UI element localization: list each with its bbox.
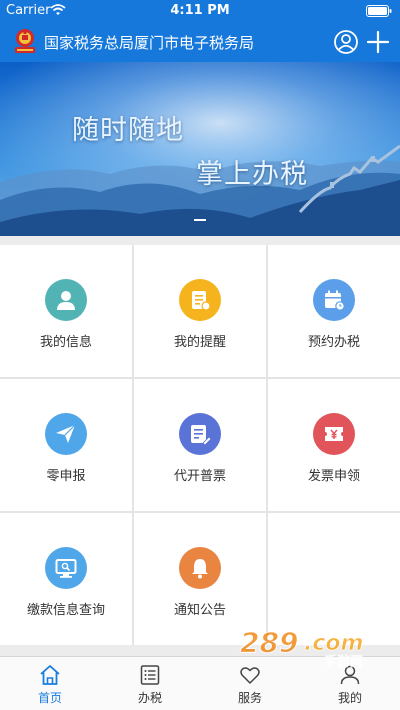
grid-item-icon-bg: [45, 547, 87, 589]
tab-home[interactable]: 首页: [0, 657, 100, 710]
banner-landscape-image: [0, 62, 400, 236]
svg-text:289: 289: [240, 626, 298, 659]
calendar-icon: [325, 290, 345, 311]
banner-slogan-line1: 随时随地: [72, 115, 184, 146]
grid-item-my-reminders[interactable]: 我的提醒: [134, 245, 266, 377]
paper-plane-icon: [56, 424, 76, 443]
add-button[interactable]: [364, 28, 392, 56]
grid-item-label: 我的提醒: [173, 335, 226, 350]
grid-item-issue-invoice[interactable]: 代开普票: [134, 379, 266, 511]
tab-services-label: 服务: [237, 691, 262, 705]
user-icon: [57, 291, 75, 310]
grid-item-icon-bg: [179, 279, 221, 321]
banner-slogan-line2: 掌上办税: [196, 159, 308, 190]
tab-mine-label: 我的: [337, 691, 362, 705]
grid-item-icon-bg: [313, 279, 355, 321]
grid-item-label: 预约办税: [307, 335, 360, 350]
monitor-icon: [55, 559, 77, 578]
tab-tax-handling[interactable]: 办税: [100, 657, 200, 710]
user-account-button[interactable]: [332, 28, 360, 56]
invoice-icon: [191, 425, 212, 446]
grid-item-payment-query[interactable]: 缴款信息查询: [0, 513, 132, 645]
service-grid: 我的信息 我的提醒 预约办税 零申报 代开普票 发票申领 缴款信息查询 通知公告: [0, 245, 400, 645]
grid-item-my-info[interactable]: 我的信息: [0, 245, 132, 377]
grid-item-zero-declaration[interactable]: 零申报: [0, 379, 132, 511]
home-icon: [40, 665, 60, 685]
banner-page-indicator: [194, 219, 206, 221]
grid-item-invoice-apply[interactable]: 发票申领: [268, 379, 400, 511]
status-bar: Carrier 4:11 PM: [0, 0, 400, 22]
grid-item-label: 通知公告: [173, 603, 226, 618]
grid-item-label: 零申报: [46, 469, 86, 484]
page-title: 国家税务总局厦门市电子税务局: [44, 34, 255, 52]
grid-item-icon-bg: [179, 547, 221, 589]
svg-text:.com: .com: [304, 631, 363, 656]
user-circle-icon: [334, 30, 358, 54]
grid-item-icon-bg: [313, 413, 355, 455]
header: Carrier 4:11 PM 国家税务总局厦门市电子税务局: [0, 0, 400, 62]
grid-item-icon-bg: [45, 279, 87, 321]
grid-item-icon-bg: [45, 413, 87, 455]
app-screen: Carrier 4:11 PM 国家税务总局厦门市电子税务局 随时随地 掌上办税…: [0, 0, 400, 710]
navbar: 国家税务总局厦门市电子税务局: [0, 22, 400, 62]
bell-icon: [192, 559, 208, 579]
grid-item-icon-bg: [179, 413, 221, 455]
grid-item-label: 我的信息: [39, 335, 92, 350]
svg-text:手游网: 手游网: [324, 654, 363, 670]
battery-icon: [366, 5, 392, 17]
grid-item-label: 发票申领: [307, 469, 360, 484]
grid-item-label: 代开普票: [173, 469, 226, 484]
reminder-icon: [192, 291, 211, 311]
tax-emblem-icon: [15, 29, 35, 53]
tab-tax-handling-label: 办税: [137, 691, 162, 705]
plus-icon: [366, 30, 390, 54]
ticket-icon: [325, 427, 343, 441]
tab-home-label: 首页: [37, 691, 62, 705]
grid-item-appointment[interactable]: 预约办税: [268, 245, 400, 377]
list-icon: [140, 665, 160, 685]
status-time: 4:11 PM: [170, 3, 230, 18]
site-watermark-logo: 289 .com 手游网: [240, 626, 364, 671]
promo-banner[interactable]: 随时随地 掌上办税: [0, 62, 400, 236]
grid-item-label: 缴款信息查询: [26, 603, 105, 618]
